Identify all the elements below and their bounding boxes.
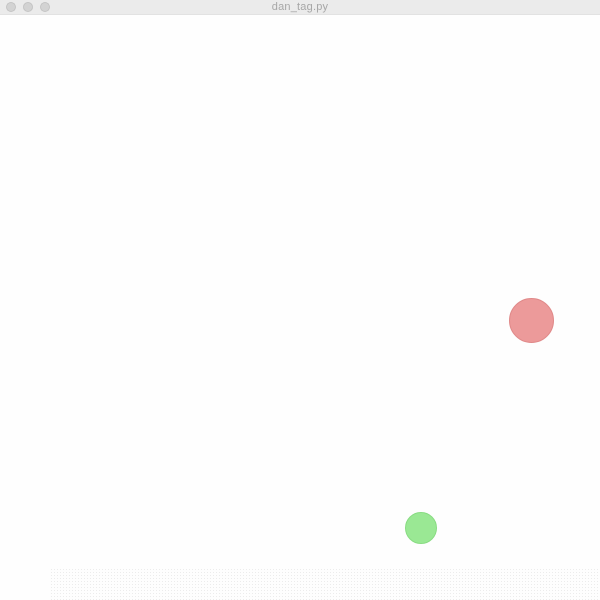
dither-artifact: [50, 568, 600, 600]
window-title: dan_tag.py: [271, 1, 329, 13]
game-canvas[interactable]: [0, 15, 600, 600]
app-window: dan_tag.py: [0, 0, 600, 600]
green-ball: [405, 512, 437, 544]
title-bar[interactable]: dan_tag.py: [0, 0, 600, 15]
red-ball: [509, 298, 554, 343]
